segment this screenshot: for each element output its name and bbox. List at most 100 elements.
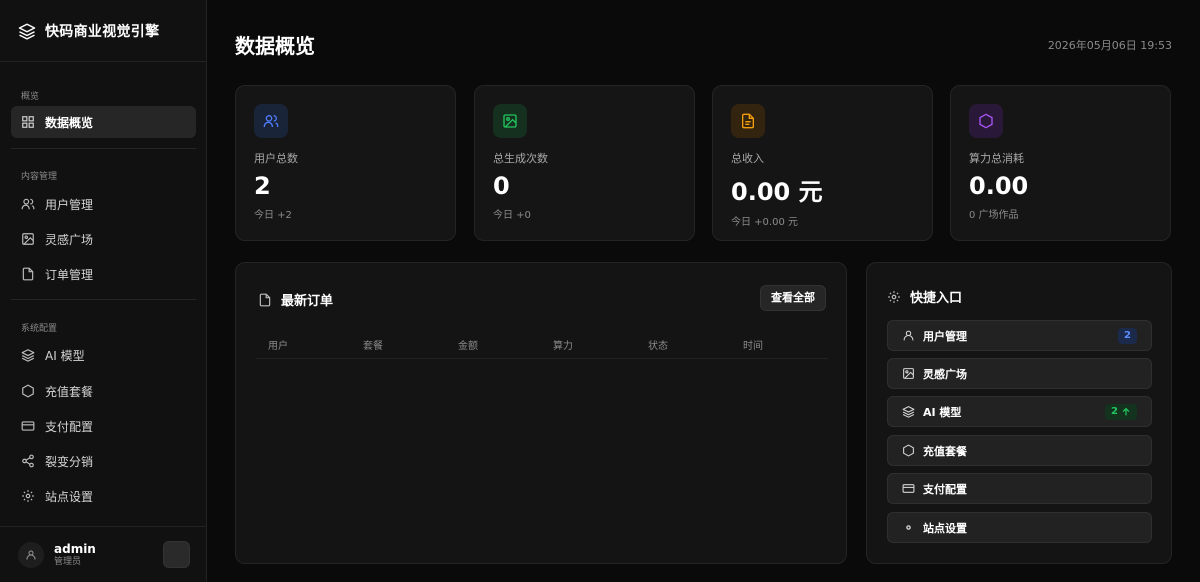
column-header[interactable]: 状态 xyxy=(636,337,731,352)
orders-table-header: 用户 套餐 金额 算力 状态 时间 xyxy=(256,331,828,359)
quick-item-label: 用户管理 xyxy=(923,329,967,343)
column-header[interactable]: 时间 xyxy=(731,337,826,352)
layers-icon xyxy=(21,349,35,362)
sidebar-item-label: 裂变分销 xyxy=(45,454,94,469)
stat-sub: 今日 +0.00 元 xyxy=(731,217,799,228)
quick-item-payment[interactable]: 支付配置 xyxy=(887,473,1152,504)
badge-count: 2 xyxy=(1124,329,1131,341)
panel-title-text: 最新订单 xyxy=(281,294,334,309)
stat-label: 总收入 xyxy=(731,152,764,165)
column-header[interactable]: 金额 xyxy=(446,337,541,352)
sidebar-item-users[interactable]: 用户管理 xyxy=(11,188,196,220)
stat-value: 2 xyxy=(254,172,271,200)
stat-card-users: 用户总数 2 今日 +2 xyxy=(235,85,456,241)
file-icon xyxy=(22,267,34,281)
stat-icon xyxy=(254,104,288,138)
stat-card-compute: 算力总消耗 0.00 0 广场作品 xyxy=(950,85,1171,241)
file-icon xyxy=(259,293,271,306)
quick-item-label: 充值套餐 xyxy=(923,444,967,458)
stat-value: 0 xyxy=(493,172,510,200)
stat-icon xyxy=(493,104,527,138)
sidebar-item-label: 灵感广场 xyxy=(45,232,94,247)
stat-card-revenue: 总收入 0.00 元 今日 +0.00 元 xyxy=(712,85,933,241)
quick-item-gallery[interactable]: 灵感广场 xyxy=(887,358,1152,389)
divider xyxy=(11,148,196,149)
stat-icon xyxy=(969,104,1003,138)
sidebar-item-distribution[interactable]: 裂变分销 xyxy=(11,445,196,477)
section-label-content: 内容管理 xyxy=(21,172,58,182)
stat-label: 算力总消耗 xyxy=(969,152,1024,165)
gear-icon xyxy=(22,490,34,502)
image-icon xyxy=(503,114,517,128)
stat-label: 总生成次数 xyxy=(493,152,548,165)
quick-item-ai-models[interactable]: AI 模型 2 xyxy=(887,396,1152,427)
panel-title: 最新订单 xyxy=(258,290,333,309)
hexagon-icon xyxy=(903,444,914,457)
quick-item-label: 灵感广场 xyxy=(923,367,967,381)
users-icon xyxy=(21,198,35,210)
quick-item-label: 支付配置 xyxy=(923,482,967,496)
avatar[interactable] xyxy=(18,541,44,568)
sidebar-item-label: 用户管理 xyxy=(45,197,94,212)
dot-icon xyxy=(906,525,911,530)
stat-card-generations: 总生成次数 0 今日 +0 xyxy=(474,85,695,241)
column-header[interactable]: 套餐 xyxy=(351,337,446,352)
stat-sub: 0 广场作品 xyxy=(969,210,1019,221)
quick-access-panel: 快捷入口 用户管理 2 灵感广场 AI 模型 2 充值套餐 支付配置 站点设置 xyxy=(866,262,1172,564)
file-icon xyxy=(742,113,754,129)
stat-icon xyxy=(731,104,765,138)
sidebar: 快码商业视觉引擎 概览 数据概览 内容管理 用户管理 灵感广场 订单管理 系统配… xyxy=(0,0,207,582)
credit-card-icon xyxy=(21,421,35,431)
count-badge: 2 xyxy=(1105,403,1137,420)
column-header[interactable]: 用户 xyxy=(256,337,351,352)
panel-title-text: 快捷入口 xyxy=(910,291,963,306)
brand[interactable]: 快码商业视觉引擎 xyxy=(0,0,206,62)
brand-name: 快码商业视觉引擎 xyxy=(45,23,160,40)
column-header[interactable]: 算力 xyxy=(541,337,636,352)
recent-orders-panel: 最新订单 查看全部 用户 套餐 金额 算力 状态 时间 xyxy=(235,262,847,564)
quick-item-recharge[interactable]: 充值套餐 xyxy=(887,435,1152,466)
sidebar-item-recharge[interactable]: 充值套餐 xyxy=(11,375,196,407)
view-all-button[interactable]: 查看全部 xyxy=(760,285,826,311)
user-icon xyxy=(903,330,914,341)
stat-sub: 今日 +2 xyxy=(254,210,292,221)
sidebar-item-label: 充值套餐 xyxy=(45,384,94,399)
hexagon-icon xyxy=(22,384,34,398)
image-icon xyxy=(903,368,914,379)
count-badge: 2 xyxy=(1118,327,1137,344)
sidebar-item-label: AI 模型 xyxy=(45,348,85,363)
sidebar-item-label: 订单管理 xyxy=(45,267,94,282)
sidebar-item-overview[interactable]: 数据概览 xyxy=(11,106,196,138)
stat-label: 用户总数 xyxy=(254,152,298,165)
quick-item-label: 站点设置 xyxy=(923,521,967,535)
grid-icon xyxy=(22,116,34,128)
sidebar-item-orders[interactable]: 订单管理 xyxy=(11,258,196,290)
users-icon xyxy=(263,115,279,127)
panel-title: 快捷入口 xyxy=(887,287,962,306)
sidebar-item-ai-models[interactable]: AI 模型 xyxy=(11,339,196,371)
stat-value: 0.00 元 xyxy=(731,178,823,206)
section-label-overview: 概览 xyxy=(21,92,40,102)
page-title: 数据概览 xyxy=(235,34,315,58)
hexagon-icon xyxy=(979,113,993,129)
sidebar-item-label: 支付配置 xyxy=(45,419,94,434)
quick-item-site-settings[interactable]: 站点设置 xyxy=(887,512,1152,543)
image-icon xyxy=(22,233,34,245)
credit-card-icon xyxy=(902,484,915,493)
arrow-up-icon xyxy=(1122,407,1130,415)
stat-value: 0.00 xyxy=(969,172,1029,200)
user-box: admin 管理员 xyxy=(0,526,206,582)
layers-icon xyxy=(18,23,36,40)
user-menu-button[interactable] xyxy=(163,541,190,568)
quick-item-label: AI 模型 xyxy=(923,405,962,419)
share-icon xyxy=(22,454,34,468)
sidebar-item-site-settings[interactable]: 站点设置 xyxy=(11,480,196,512)
user-name: admin xyxy=(54,541,96,556)
user-icon xyxy=(26,550,36,559)
quick-item-users[interactable]: 用户管理 2 xyxy=(887,320,1152,351)
sidebar-item-label: 站点设置 xyxy=(45,489,94,504)
sidebar-item-gallery[interactable]: 灵感广场 xyxy=(11,223,196,255)
sidebar-item-payment[interactable]: 支付配置 xyxy=(11,410,196,442)
datetime: 2026年05月06日 19:53 xyxy=(1047,39,1172,52)
sidebar-item-label: 数据概览 xyxy=(45,115,94,130)
